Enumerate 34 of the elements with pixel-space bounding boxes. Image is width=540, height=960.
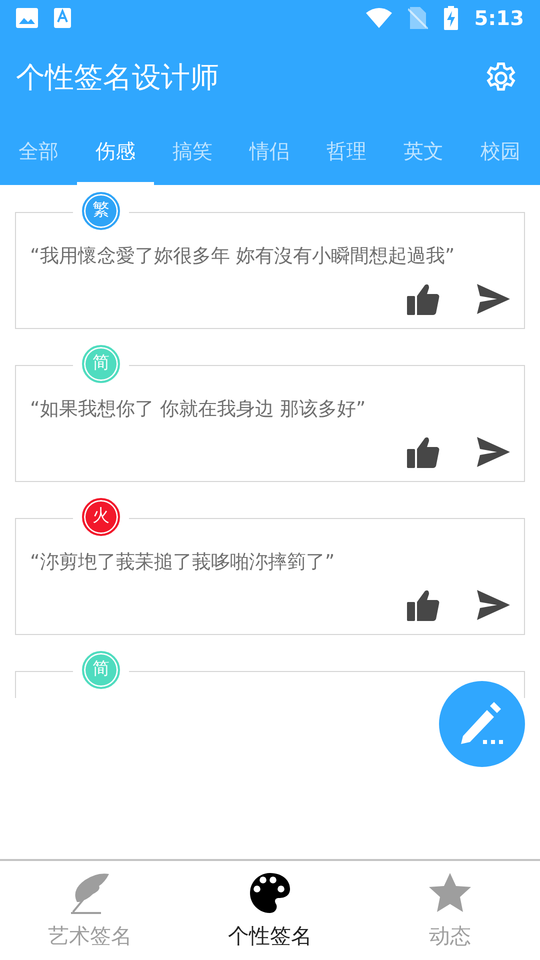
clock: 5:13 <box>474 5 524 32</box>
category-tab[interactable]: 情侣 <box>231 120 308 185</box>
wifi-icon <box>366 8 392 28</box>
category-tab[interactable]: 校园 <box>462 120 539 185</box>
thumbs-up-icon[interactable] <box>407 436 440 468</box>
pencil-icon <box>459 702 505 746</box>
script-badge: 繁 <box>82 192 120 230</box>
category-tab[interactable]: 英文 <box>385 120 462 185</box>
send-icon[interactable] <box>477 436 510 468</box>
nav-tab[interactable]: 动态 <box>360 861 540 960</box>
no-sim-icon <box>408 7 428 29</box>
thumbs-up-icon[interactable] <box>407 589 440 621</box>
category-tab[interactable]: 搞笑 <box>154 120 231 185</box>
nav-tab[interactable]: 个性签名 <box>180 861 360 960</box>
nav-tab[interactable]: 艺术签名 <box>0 861 180 960</box>
script-badge: 简 <box>82 345 120 383</box>
category-tab[interactable]: 哲理 <box>308 120 385 185</box>
palette-icon <box>249 872 291 914</box>
feather-icon <box>71 872 109 914</box>
star-icon <box>429 873 471 913</box>
script-badge: 火 <box>82 498 120 536</box>
category-tab[interactable]: 全部 <box>0 120 77 185</box>
script-badge: 简 <box>82 651 120 689</box>
image-icon <box>16 8 38 28</box>
signature-text: “我用懷念愛了妳很多年 妳有沒有小瞬間想起過我” <box>30 244 455 269</box>
signature-text: “沵剪垉了莪苿搥了莪哆啪沵摔箌了” <box>30 550 335 575</box>
send-icon[interactable] <box>477 283 510 315</box>
app-title: 个性签名设计师 <box>16 59 220 96</box>
category-tab[interactable]: 伤感 <box>77 120 154 185</box>
thumbs-up-icon[interactable] <box>407 283 440 315</box>
battery-charging-icon <box>444 6 458 30</box>
signature-text: “如果我想你了 你就在我身边 那该多好” <box>30 397 366 422</box>
text-icon <box>54 8 71 28</box>
send-icon[interactable] <box>477 589 510 621</box>
